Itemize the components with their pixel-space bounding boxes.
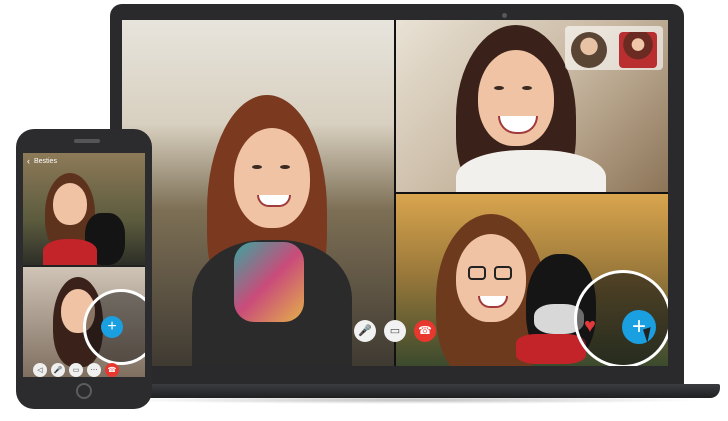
phone-screen: ‹ Besties + ◁ 🎤 ▭ ⋯ ☎ (23, 153, 145, 377)
more-icon[interactable]: ⋯ (87, 363, 101, 377)
home-button[interactable] (76, 383, 92, 399)
end-call-icon[interactable]: ☎ (414, 320, 436, 342)
phone: ‹ Besties + ◁ 🎤 ▭ ⋯ ☎ (16, 129, 152, 409)
phone-speaker (74, 139, 100, 143)
video-icon[interactable]: ▭ (69, 363, 83, 377)
chat-title: Besties (34, 157, 57, 165)
participant-video-main[interactable] (122, 20, 394, 366)
mic-icon[interactable]: 🎤 (354, 320, 376, 342)
video-call-screen: 🎤 ▭ ☎ ♥ + (122, 20, 668, 366)
speaker-icon[interactable]: ◁ (33, 363, 47, 377)
participant-thumbnail[interactable] (571, 32, 607, 68)
phone-add-reaction-button[interactable]: + (101, 316, 123, 338)
webcam (502, 13, 507, 18)
participant-thumbnails (565, 26, 663, 70)
back-icon[interactable]: ‹ (27, 156, 30, 166)
phone-participant-video[interactable] (23, 153, 145, 265)
mic-icon[interactable]: 🎤 (51, 363, 65, 377)
self-view-thumbnail[interactable] (619, 32, 657, 68)
heart-icon[interactable]: ♥ (584, 316, 596, 336)
phone-call-controls: ◁ 🎤 ▭ ⋯ ☎ (33, 363, 119, 377)
phone-header: ‹ Besties (27, 156, 57, 166)
video-icon[interactable]: ▭ (384, 320, 406, 342)
end-call-icon[interactable]: ☎ (105, 363, 119, 377)
call-controls: 🎤 ▭ ☎ (354, 320, 436, 342)
laptop-shadow (115, 396, 705, 404)
